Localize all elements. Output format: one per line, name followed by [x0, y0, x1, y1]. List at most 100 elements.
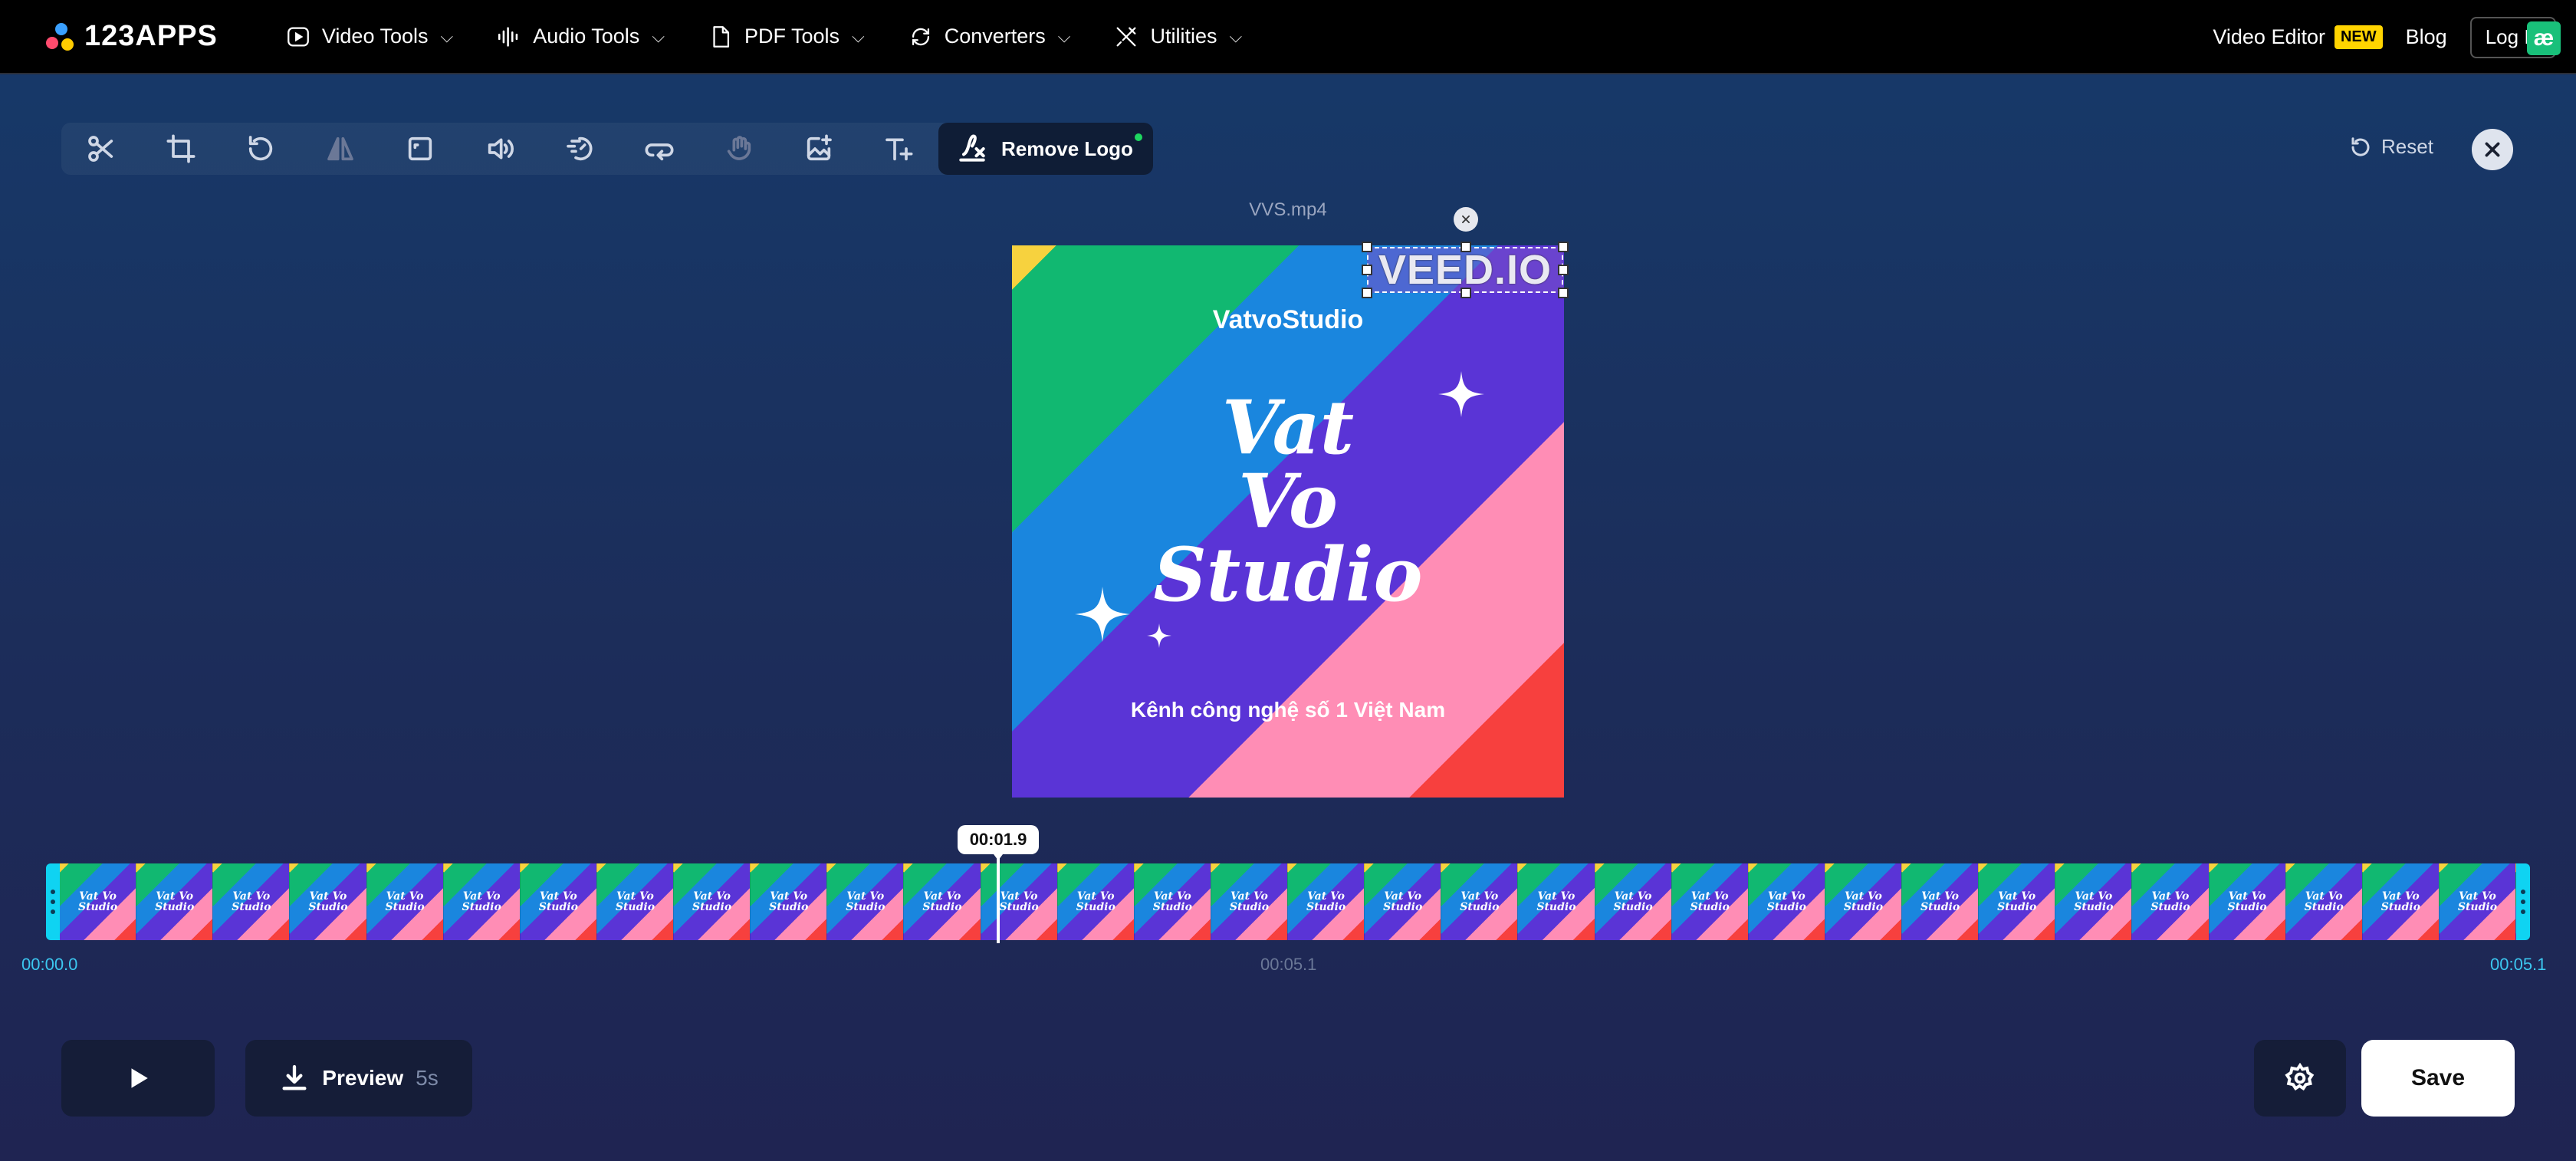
nav-utilities[interactable]: Utilities ⌵ — [1092, 0, 1263, 74]
video-editor-label: Video Editor — [2213, 25, 2325, 48]
timeline-thumbnail: Vat Vo Studio — [136, 863, 214, 940]
new-badge: NEW — [2334, 25, 2383, 49]
timeline-track[interactable]: Vat Vo Studio Vat Vo Studio Vat Vo Studio V… — [46, 863, 2530, 940]
close-editor-button[interactable] — [2472, 129, 2513, 170]
nav-video-tools[interactable]: Video Tools ⌵ — [264, 0, 475, 74]
flip-tool[interactable] — [301, 123, 380, 175]
resize-handle[interactable] — [1362, 265, 1372, 275]
timeline-thumbnail: Vat Vo Studio — [443, 863, 521, 940]
remove-selection-button[interactable] — [1454, 207, 1478, 232]
add-image-tool[interactable] — [779, 123, 859, 175]
timeline-thumbnail: Vat Vo Studio — [2209, 863, 2286, 940]
timeline-thumbnail: Vat Vo Studio — [2439, 863, 2516, 940]
nav-utilities-label: Utilities — [1150, 25, 1217, 48]
video-preview[interactable]: VatvoStudio Vat Vo Studio Kênh công nghệ… — [1012, 245, 1564, 798]
timeline-thumbnail: Vat Vo Studio — [1748, 863, 1825, 940]
app-logo[interactable]: 123APPS — [44, 20, 218, 53]
stabilize-tool[interactable] — [699, 123, 779, 175]
chevron-down-icon: ⌵ — [1057, 26, 1071, 46]
timeline-thumbnail: Vat Vo Studio — [2362, 863, 2440, 940]
crop-tool[interactable] — [141, 123, 221, 175]
download-icon — [282, 1064, 307, 1090]
scissors-icon — [88, 136, 113, 162]
nav-pdf-tools-label: PDF Tools — [744, 25, 840, 48]
timeline-thumbnail: Vat Vo Studio — [751, 863, 828, 940]
save-button[interactable]: Save — [2361, 1040, 2515, 1117]
timeline-thumbnail: Vat Vo Studio — [1211, 863, 1288, 940]
waveform-icon — [498, 26, 518, 47]
trim-handle-left[interactable] — [51, 890, 55, 914]
nav-pdf-tools[interactable]: PDF Tools ⌵ — [686, 0, 886, 74]
timeline-thumbnail: Vat Vo Studio — [1057, 863, 1135, 940]
gear-icon — [2285, 1063, 2315, 1091]
extension-badge[interactable]: æ — [2527, 21, 2561, 55]
remove-logo-tool[interactable]: Remove Logo — [938, 123, 1153, 175]
top-nav: 123APPS Video Tools ⌵ Audio Tools ⌵ PDF … — [0, 0, 2576, 74]
timeline-start-time: 00:00.0 — [21, 955, 78, 974]
settings-button[interactable] — [2254, 1040, 2346, 1117]
timeline-thumbnail: Vat Vo Studio — [596, 863, 674, 940]
timeline-thumbnail: Vat Vo Studio — [1518, 863, 1595, 940]
loop-tool[interactable] — [619, 123, 699, 175]
logo-selection-box[interactable]: VEED.IO — [1367, 247, 1563, 293]
timeline-thumbnail: Vat Vo Studio — [1365, 863, 1442, 940]
login-button[interactable]: Log In æ — [2469, 16, 2561, 58]
timeline-end-time: 00:05.1 — [2490, 955, 2547, 974]
preview-label: Preview — [322, 1066, 404, 1090]
nav-audio-tools[interactable]: Audio Tools ⌵ — [475, 0, 686, 74]
cut-tool[interactable] — [61, 123, 141, 175]
video-title: Vat Vo Studio — [1012, 391, 1564, 612]
resize-handle[interactable] — [1558, 288, 1569, 298]
crop-icon — [166, 134, 196, 163]
resize-handle[interactable] — [1362, 242, 1372, 252]
video-title-line-2: Vo — [1238, 458, 1338, 544]
chevron-down-icon: ⌵ — [652, 26, 665, 46]
loop-icon — [645, 143, 674, 161]
video-editor-link[interactable]: Video Editor NEW — [2213, 25, 2383, 49]
rotate-tool[interactable] — [221, 123, 301, 175]
timeline-thumbnail: Vat Vo Studio — [2285, 863, 2363, 940]
remove-logo-label: Remove Logo — [1001, 136, 1133, 160]
volume-tool[interactable] — [460, 123, 540, 175]
resize-icon — [408, 136, 432, 161]
timeline-thumbnail: Vat Vo Studio — [2055, 863, 2133, 940]
resize-handle[interactable] — [1460, 242, 1471, 252]
timeline-thumbnail: Vat Vo Studio — [1441, 863, 1519, 940]
timeline-thumbnail: Vat Vo Studio — [674, 863, 751, 940]
reset-icon — [2351, 136, 2370, 156]
play-button[interactable] — [61, 1040, 215, 1117]
speed-tool[interactable] — [540, 123, 619, 175]
timeline-thumbnail: Vat Vo Studio — [981, 863, 1058, 940]
timeline-thumbnail: Vat Vo Studio — [290, 863, 367, 940]
play-icon — [131, 1068, 148, 1088]
resize-handle[interactable] — [1460, 288, 1471, 298]
timeline-thumbnail: Vat Vo Studio — [1595, 863, 1672, 940]
reset-button[interactable]: Reset — [2349, 135, 2433, 159]
play-circle-icon — [288, 27, 309, 46]
resize-handle[interactable] — [1558, 242, 1569, 252]
chevron-down-icon: ⌵ — [852, 26, 865, 46]
timeline-thumbnail: Vat Vo Studio — [1288, 863, 1365, 940]
preview-button[interactable]: Preview 5s — [245, 1040, 472, 1117]
timeline-thumbnail: Vat Vo Studio — [1825, 863, 1902, 940]
timeline-mid-time: 00:05.1 — [1260, 955, 1317, 974]
timeline-thumbnail: Vat Vo Studio — [366, 863, 444, 940]
speed-icon — [567, 136, 593, 161]
timeline-thumbnail: Vat Vo Studio — [2132, 863, 2210, 940]
logo-icon — [44, 21, 75, 52]
convert-icon — [912, 28, 929, 45]
timeline-thumbnail: Vat Vo Studio — [213, 863, 291, 940]
close-icon — [2485, 142, 2500, 157]
resize-handle[interactable] — [1558, 265, 1569, 275]
current-time-tooltip: 00:01.9 — [958, 825, 1039, 860]
playhead[interactable] — [997, 856, 1000, 943]
add-text-tool[interactable] — [859, 123, 938, 175]
timeline-thumbnail: Vat Vo Studio — [60, 863, 137, 940]
close-icon — [1462, 215, 1470, 223]
trim-handle-right[interactable] — [2521, 890, 2525, 914]
resize-handle[interactable] — [1362, 288, 1372, 298]
resize-tool[interactable] — [380, 123, 460, 175]
preview-duration: 5s — [416, 1066, 439, 1090]
nav-converters[interactable]: Converters ⌵ — [886, 0, 1092, 74]
blog-link[interactable]: Blog — [2406, 25, 2447, 49]
